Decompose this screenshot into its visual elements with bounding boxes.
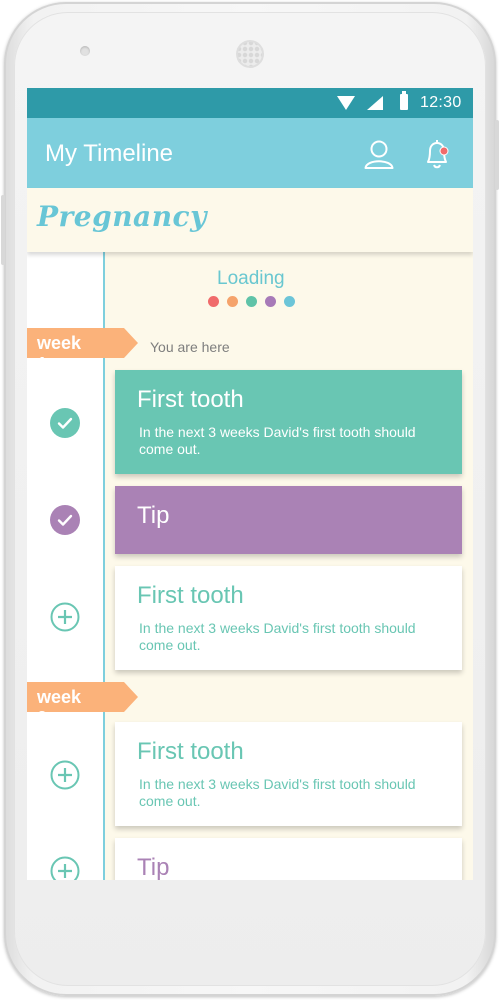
card-title: First tooth	[137, 738, 244, 765]
loading-text: Loading	[217, 268, 285, 289]
timeline-card[interactable]: First tooth In the next 3 weeks David's …	[115, 566, 462, 670]
add-icon[interactable]	[50, 760, 80, 790]
loading-dot	[284, 296, 295, 307]
card-title: Tip	[137, 502, 170, 529]
add-icon[interactable]	[50, 602, 80, 632]
loading-dot	[227, 296, 238, 307]
battery-icon	[400, 91, 408, 110]
user-icon[interactable]	[363, 138, 395, 170]
timeline-card[interactable]: Tip	[115, 838, 462, 880]
section-title: Pregnancy	[37, 200, 207, 233]
card-text: In the next 3 weeks David's first tooth …	[139, 424, 416, 457]
week-tag-arrow	[124, 328, 138, 358]
bell-icon[interactable]	[423, 138, 451, 170]
earpiece-speaker	[236, 40, 264, 68]
check-icon[interactable]	[50, 408, 80, 438]
front-camera	[80, 46, 90, 56]
app-bar: My Timeline	[27, 118, 473, 188]
page-title: My Timeline	[45, 140, 174, 167]
loading-dot	[246, 296, 257, 307]
card-title: First tooth	[137, 582, 244, 609]
timeline-card[interactable]: Tip	[115, 486, 462, 554]
power-button	[495, 120, 499, 190]
wifi-icon	[337, 96, 355, 110]
section-header: Pregnancy	[27, 188, 473, 252]
card-title: First tooth	[137, 386, 244, 413]
card-text: In the next 3 weeks David's first tooth …	[139, 620, 416, 653]
week-label: week 2	[37, 687, 82, 728]
check-icon[interactable]	[50, 505, 80, 535]
volume-button	[1, 195, 5, 265]
card-title: Tip	[137, 854, 170, 880]
card-text: In the next 3 weeks David's first tooth …	[139, 776, 416, 809]
loading-dot	[265, 296, 276, 307]
timeline-card[interactable]: First tooth In the next 3 weeks David's …	[115, 722, 462, 826]
week-label: week 1	[37, 333, 82, 374]
screen: 12:30 My Timeline Pregnancy Loading week…	[27, 88, 473, 880]
timeline-card[interactable]: First tooth In the next 3 weeks David's …	[115, 370, 462, 474]
week-tag-arrow	[124, 682, 138, 712]
status-bar: 12:30	[27, 88, 473, 118]
loading-dot	[208, 296, 219, 307]
status-time: 12:30	[420, 94, 462, 111]
you-are-here-text: You are here	[150, 339, 230, 355]
signal-icon	[367, 96, 383, 110]
add-icon[interactable]	[50, 856, 80, 880]
